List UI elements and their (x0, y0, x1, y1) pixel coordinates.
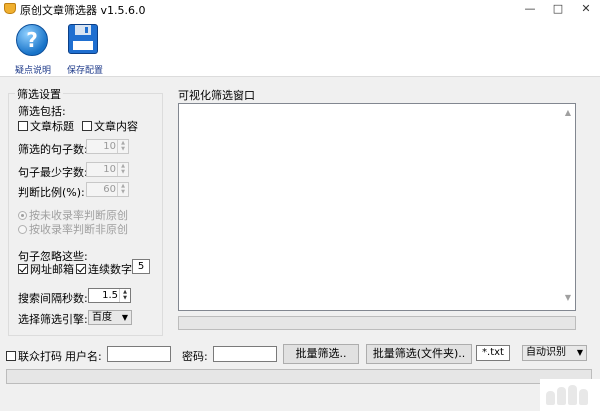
radio-indexed[interactable]: 按收录率判断非原创 (18, 221, 128, 237)
engine-select[interactable]: 百度 ▼ (88, 310, 132, 325)
article-title-label: 文章标题 (30, 120, 74, 133)
password-input[interactable] (213, 346, 277, 362)
interval-spinner[interactable]: 1.5 ▲ ▼ (88, 288, 131, 303)
recognize-select[interactable]: 自动识别 ▼ (522, 345, 587, 361)
checkbox-box (82, 121, 92, 131)
url-email-checkbox[interactable]: 网址邮箱 (18, 261, 74, 277)
engine-value: 百度 (92, 312, 112, 323)
consecutive-digits-input[interactable]: 5 (132, 259, 150, 274)
username-label: 用户名: (65, 350, 102, 363)
batch-filter-button[interactable]: 批量筛选.. (283, 344, 359, 364)
ratio-value: 60 (103, 184, 116, 195)
visual-window-title: 可视化筛选窗口 (178, 89, 255, 102)
status-bar (6, 369, 592, 384)
toolbar: ? 疑点说明 保存配置 (0, 18, 600, 77)
sentence-count-spinner[interactable]: 10 ▲ ▼ (86, 139, 129, 154)
article-content-checkbox[interactable]: 文章内容 (82, 118, 138, 134)
spin-down-icon[interactable]: ▼ (118, 189, 128, 195)
sentence-count-label: 筛选的句子数: (18, 143, 88, 156)
title-bar: 原创文章筛选器 v1.5.6.0 — □ ✕ (0, 0, 600, 18)
save-label: 保存配置 (66, 66, 103, 76)
chevron-down-icon: ▼ (576, 348, 583, 357)
article-content-label: 文章内容 (94, 120, 138, 133)
visual-filter-area[interactable]: ▲ ▼ (178, 103, 576, 311)
consecutive-digits-checkbox[interactable]: 连续数字 (76, 261, 132, 277)
captcha-checkbox[interactable]: 联众打码 (6, 348, 62, 364)
checkbox-box (18, 121, 28, 131)
watermark-graphic (540, 379, 600, 411)
radio-dot (18, 225, 27, 234)
minimize-button[interactable]: — (516, 0, 544, 18)
spin-down-icon[interactable]: ▼ (118, 169, 128, 175)
radio-indexed-label: 按收录率判断非原创 (29, 223, 128, 236)
chevron-down-icon: ▼ (121, 313, 128, 322)
spin-down-icon[interactable]: ▼ (118, 146, 128, 152)
radio-dot (18, 211, 27, 220)
sentence-count-value: 10 (103, 141, 116, 152)
filter-settings-title: 筛选设置 (15, 86, 63, 102)
ratio-spinner[interactable]: 60 ▲ ▼ (86, 182, 129, 197)
min-chars-spinner[interactable]: 10 ▲ ▼ (86, 162, 129, 177)
engine-label: 选择筛选引擎: (18, 313, 88, 326)
vertical-scrollbar[interactable]: ▲ ▼ (561, 104, 575, 310)
help-icon: ? (16, 24, 48, 56)
scroll-up-icon[interactable]: ▲ (561, 108, 575, 117)
interval-label: 搜索间隔秒数: (18, 292, 88, 305)
close-button[interactable]: ✕ (572, 0, 600, 18)
recognize-value: 自动识别 (526, 347, 566, 358)
checkbox-box (6, 351, 16, 361)
checkbox-box (18, 264, 28, 274)
username-input[interactable] (107, 346, 171, 362)
consecutive-digits-label: 连续数字 (88, 263, 132, 276)
window-title: 原创文章筛选器 v1.5.6.0 (20, 4, 146, 17)
min-chars-value: 10 (103, 164, 116, 175)
app-icon (4, 3, 16, 14)
progress-bar (178, 316, 576, 330)
url-email-label: 网址邮箱 (30, 263, 74, 276)
checkbox-box (76, 264, 86, 274)
interval-value: 1.5 (102, 290, 118, 301)
extension-filter-input[interactable]: *.txt (476, 345, 510, 361)
min-chars-label: 句子最少字数: (18, 166, 88, 179)
save-config-button[interactable]: 保存配置 (60, 18, 110, 76)
batch-folder-filter-button[interactable]: 批量筛选(文件夹).. (366, 344, 472, 364)
ratio-label: 判断比例(%): (18, 186, 85, 199)
help-tool-button[interactable]: ? 疑点说明 (8, 18, 58, 76)
password-label: 密码: (182, 350, 208, 363)
save-icon (68, 24, 98, 54)
maximize-button[interactable]: □ (544, 0, 572, 18)
article-title-checkbox[interactable]: 文章标题 (18, 118, 74, 134)
filter-include-label: 筛选包括: (18, 105, 66, 118)
scroll-down-icon[interactable]: ▼ (561, 293, 575, 302)
captcha-label: 联众打码 (18, 350, 62, 363)
spin-down-icon[interactable]: ▼ (120, 295, 130, 301)
